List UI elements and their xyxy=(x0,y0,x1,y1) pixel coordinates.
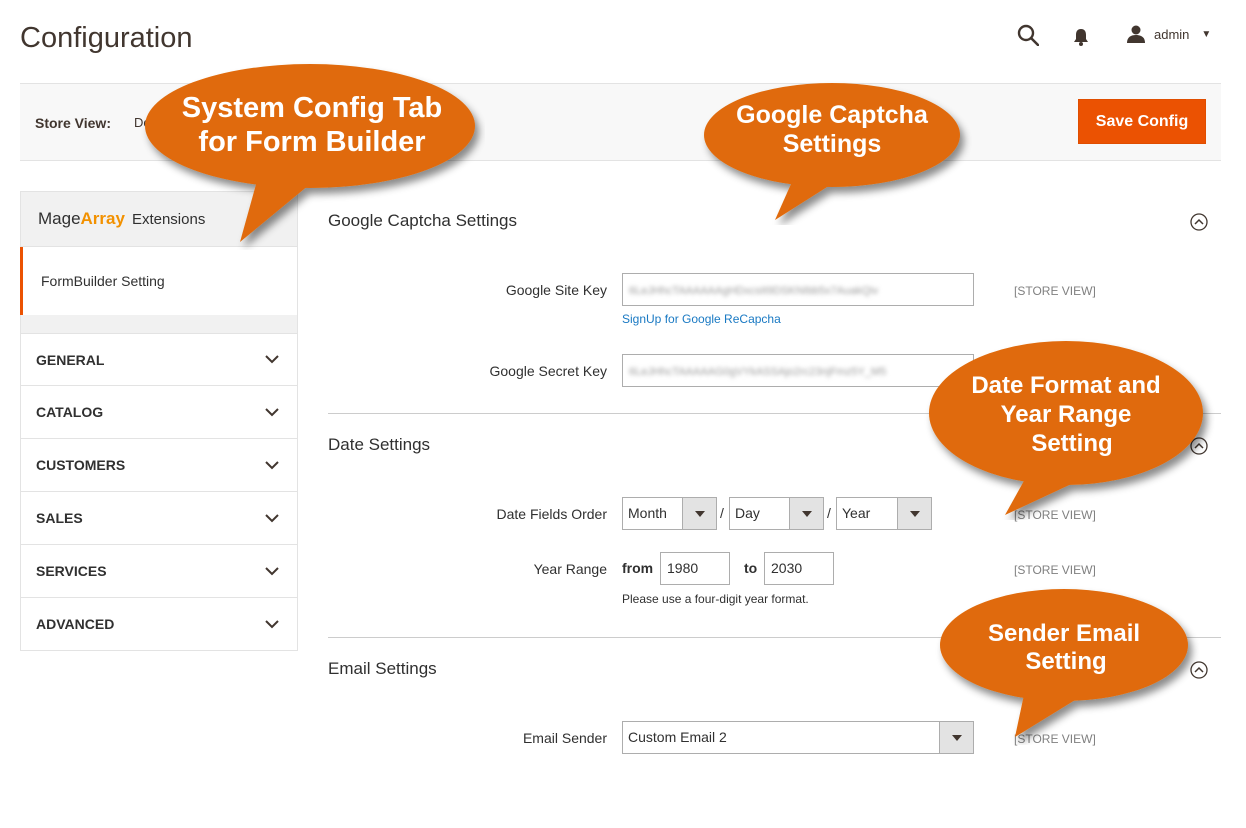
callout-line: Sender Email xyxy=(988,620,1140,647)
config-sidebar: Mage Array Extensions FormBuilder Setting … xyxy=(20,191,298,651)
date-separator: / xyxy=(720,505,724,521)
collapse-icon[interactable] xyxy=(1190,213,1208,231)
sidebar-section-customers[interactable]: CUSTOMERS xyxy=(20,439,298,492)
year-from-label: from xyxy=(622,560,654,576)
year-range-label: Year Range xyxy=(533,561,607,577)
select-value: Custom Email 2 xyxy=(628,729,727,745)
email-sender-label: Email Sender xyxy=(522,730,607,746)
site-key-value: 6LeJHhcTAAAAAAgHDxcsIt9DSKNIbb5x7AuakQiv xyxy=(629,285,879,297)
sidebar-section-general[interactable]: GENERAL xyxy=(20,333,298,386)
callout-line: Google Captcha xyxy=(736,101,929,129)
sidebar-section-label: CATALOG xyxy=(36,404,104,420)
user-icon xyxy=(1127,25,1145,43)
chevron-down-icon xyxy=(265,460,279,469)
callout-line: Year Range xyxy=(1001,401,1132,428)
search-icon[interactable] xyxy=(1017,24,1039,46)
sidebar-section-advanced[interactable]: ADVANCED xyxy=(20,598,298,651)
callout-line: Setting xyxy=(1025,648,1106,675)
scope-label: [STORE VIEW] xyxy=(1014,563,1096,577)
sidebar-section-label: ADVANCED xyxy=(36,616,115,632)
chevron-down-icon xyxy=(265,355,279,364)
bell-icon[interactable] xyxy=(1071,27,1091,47)
year-to-input[interactable]: 2030 xyxy=(764,552,834,585)
user-name: admin xyxy=(1154,26,1190,42)
dropdown-arrow-icon xyxy=(789,498,823,529)
sidebar-section-label: GENERAL xyxy=(36,351,105,368)
select-value: Month xyxy=(628,505,667,521)
date-order-label: Date Fields Order xyxy=(496,506,607,522)
email-sender-select[interactable]: Custom Email 2 xyxy=(622,721,974,754)
sidebar-section-sales[interactable]: SALES xyxy=(20,492,298,545)
date-order-month-select[interactable]: Month xyxy=(622,497,717,530)
page-title: Configuration xyxy=(20,22,193,54)
callout-line: Date Format and xyxy=(971,372,1160,399)
secret-key-label: Google Secret Key xyxy=(489,363,607,379)
select-value: Day xyxy=(735,505,760,521)
signup-recaptcha-link[interactable]: SignUp for Google ReCapcha xyxy=(622,312,781,326)
secret-key-value: 6LeJHhcTAAAAAG0gVYkASSAjo2rc23njFmz5Y_M5 xyxy=(629,366,887,378)
section-title-date-settings[interactable]: Date Settings xyxy=(328,435,430,455)
sidebar-section-label: SERVICES xyxy=(36,563,107,579)
date-separator: / xyxy=(827,505,831,521)
brand-array: Array xyxy=(80,209,125,228)
site-key-input[interactable]: 6LeJHhcTAAAAAAgHDxcsIt9DSKNIbb5x7AuakQiv xyxy=(622,273,974,306)
year-range-note: Please use a four-digit year format. xyxy=(622,592,809,606)
sidebar-section-catalog[interactable]: CATALOG xyxy=(20,386,298,439)
callout-date-format: Date Format and Year Range Setting xyxy=(929,341,1203,515)
callout-line: Settings xyxy=(783,130,882,158)
save-config-button[interactable]: Save Config xyxy=(1078,99,1206,144)
scope-label: [STORE VIEW] xyxy=(1014,284,1096,298)
chevron-down-icon xyxy=(265,513,279,522)
site-key-label: Google Site Key xyxy=(505,282,607,298)
sidebar-section-services[interactable]: SERVICES xyxy=(20,545,298,598)
year-to-label: to xyxy=(744,560,758,576)
callout-line: System Config Tab xyxy=(182,92,443,124)
caret-down-icon: ▼ xyxy=(1201,28,1212,40)
sidebar-section-label: SALES xyxy=(36,510,83,526)
chevron-down-icon xyxy=(265,566,279,575)
chevron-down-icon xyxy=(265,407,279,416)
date-order-year-select[interactable]: Year xyxy=(836,497,932,530)
year-from-input[interactable]: 1980 xyxy=(660,552,730,585)
date-order-day-select[interactable]: Day xyxy=(729,497,824,530)
callout-sender-email: Sender Email Setting xyxy=(940,589,1188,737)
select-value: Year xyxy=(842,505,871,521)
user-menu[interactable]: admin ▼ xyxy=(1126,25,1211,43)
dropdown-arrow-icon xyxy=(682,498,716,529)
store-view-label: Store View: xyxy=(35,115,111,131)
sidebar-item-formbuilder-setting[interactable]: FormBuilder Setting xyxy=(20,247,298,315)
chevron-down-icon xyxy=(265,619,279,628)
sidebar-section-label: CUSTOMERS xyxy=(36,457,126,473)
callout-line: for Form Builder xyxy=(198,126,425,158)
callout-line: Setting xyxy=(1031,430,1112,457)
section-title-email-settings[interactable]: Email Settings xyxy=(328,659,437,679)
callout-google-captcha: Google Captcha Settings xyxy=(704,83,960,220)
brand-mage: Mage xyxy=(38,209,81,228)
sidebar-gap xyxy=(20,315,298,333)
callout-system-config: System Config Tab for Form Builder xyxy=(145,64,475,242)
